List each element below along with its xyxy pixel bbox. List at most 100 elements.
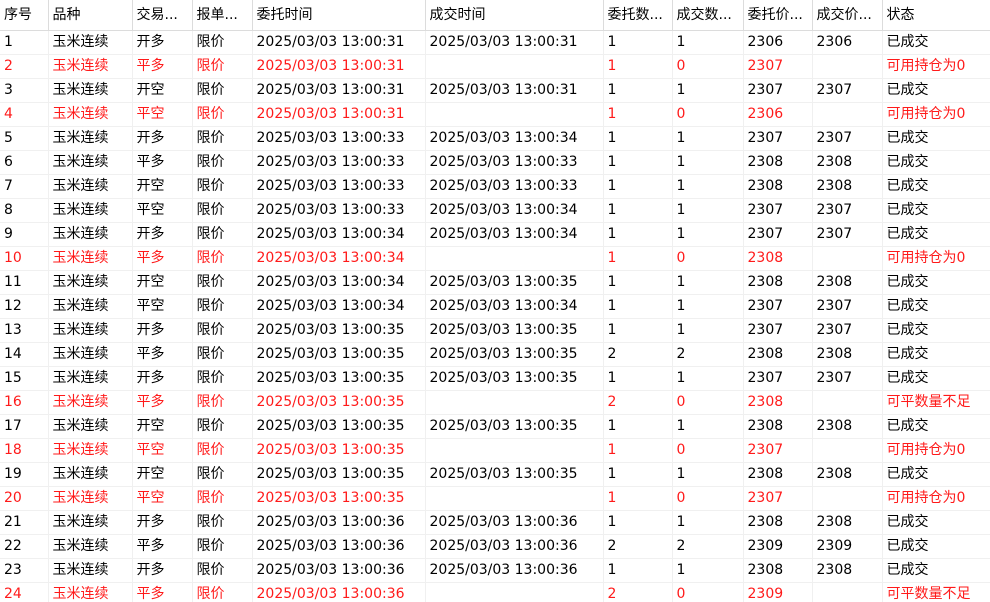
table-row[interactable]: 22 玉米连续 平多 限价 2025/03/03 13:00:36 2025/03/03 …	[0, 534, 990, 559]
table-row[interactable]: 13 玉米连续 开多 限价 2025/03/03 13:00:35 2025/03/03 …	[0, 318, 990, 343]
cell-product: 玉米连续	[48, 534, 133, 559]
cell-order-type: 限价	[192, 390, 253, 415]
table-row[interactable]: 11 玉米连续 开空 限价 2025/03/03 13:00:34 2025/03/03 …	[0, 270, 990, 295]
cell-order-qty: 1	[603, 174, 673, 199]
cell-order-type: 限价	[192, 150, 253, 175]
cell-fill-time	[425, 486, 604, 511]
cell-fill-time: 2025/03/03 13:00:33	[425, 150, 604, 175]
table-row[interactable]: 9 玉米连续 开多 限价 2025/03/03 13:00:34 2025/03/03 1…	[0, 222, 990, 247]
order-table: 序号 品种 交易... 报单... 委托时间 成交时间 委托数... 成交数..…	[0, 0, 990, 602]
col-header-order-qty[interactable]: 委托数...	[603, 0, 673, 31]
cell-seq: 22	[0, 534, 49, 559]
cell-product: 玉米连续	[48, 486, 133, 511]
cell-fill-time: 2025/03/03 13:00:35	[425, 414, 604, 439]
cell-trade: 平多	[132, 582, 193, 602]
cell-trade: 开空	[132, 462, 193, 487]
table-row[interactable]: 17 玉米连续 开空 限价 2025/03/03 13:00:35 2025/03/03 …	[0, 414, 990, 439]
cell-order-price: 2307	[743, 294, 813, 319]
cell-order-time: 2025/03/03 13:00:31	[252, 54, 426, 79]
cell-fill-time	[425, 582, 604, 602]
cell-order-type: 限价	[192, 438, 253, 463]
cell-fill-qty: 1	[672, 126, 744, 151]
table-row[interactable]: 21 玉米连续 开多 限价 2025/03/03 13:00:36 2025/03/03 …	[0, 510, 990, 535]
cell-order-type: 限价	[192, 462, 253, 487]
col-header-order-price[interactable]: 委托价...	[743, 0, 813, 31]
table-row[interactable]: 19 玉米连续 开空 限价 2025/03/03 13:00:35 2025/03/03 …	[0, 462, 990, 487]
col-header-trade[interactable]: 交易...	[132, 0, 193, 31]
cell-order-time: 2025/03/03 13:00:36	[252, 534, 426, 559]
cell-fill-time: 2025/03/03 13:00:31	[425, 78, 604, 103]
cell-fill-qty: 1	[672, 558, 744, 583]
cell-fill-time: 2025/03/03 13:00:35	[425, 366, 604, 391]
cell-status: 可用持仓为0	[882, 486, 990, 511]
cell-order-qty: 1	[603, 198, 673, 223]
cell-order-time: 2025/03/03 13:00:33	[252, 150, 426, 175]
cell-order-time: 2025/03/03 13:00:35	[252, 438, 426, 463]
cell-fill-price	[812, 582, 883, 602]
table-row[interactable]: 1 玉米连续 开多 限价 2025/03/03 13:00:31 2025/03/03 1…	[0, 30, 990, 55]
cell-product: 玉米连续	[48, 510, 133, 535]
col-header-seq[interactable]: 序号	[0, 0, 49, 31]
table-row[interactable]: 24 玉米连续 平多 限价 2025/03/03 13:00:36 2 0 2309 可平数量不…	[0, 582, 990, 602]
table-row[interactable]: 15 玉米连续 开多 限价 2025/03/03 13:00:35 2025/03/03 …	[0, 366, 990, 391]
cell-status: 已成交	[882, 366, 990, 391]
col-header-fill-price[interactable]: 成交价...	[812, 0, 883, 31]
cell-order-price: 2308	[743, 462, 813, 487]
cell-order-time: 2025/03/03 13:00:31	[252, 78, 426, 103]
table-row[interactable]: 3 玉米连续 开空 限价 2025/03/03 13:00:31 2025/03/03 1…	[0, 78, 990, 103]
cell-fill-qty: 1	[672, 294, 744, 319]
table-row[interactable]: 23 玉米连续 开多 限价 2025/03/03 13:00:36 2025/03/03 …	[0, 558, 990, 583]
table-row[interactable]: 14 玉米连续 平多 限价 2025/03/03 13:00:35 2025/03/03 …	[0, 342, 990, 367]
cell-order-time: 2025/03/03 13:00:35	[252, 318, 426, 343]
cell-order-price: 2308	[743, 390, 813, 415]
cell-order-time: 2025/03/03 13:00:31	[252, 102, 426, 127]
cell-order-time: 2025/03/03 13:00:35	[252, 366, 426, 391]
table-row[interactable]: 8 玉米连续 平空 限价 2025/03/03 13:00:33 2025/03/03 1…	[0, 198, 990, 223]
cell-fill-qty: 1	[672, 414, 744, 439]
col-header-fill-time[interactable]: 成交时间	[425, 0, 604, 31]
cell-order-qty: 2	[603, 582, 673, 602]
col-header-order-type[interactable]: 报单...	[192, 0, 253, 31]
cell-seq: 5	[0, 126, 49, 151]
table-row[interactable]: 2 玉米连续 平多 限价 2025/03/03 13:00:31 1 0 2307 可用持仓为0	[0, 54, 990, 79]
cell-order-type: 限价	[192, 102, 253, 127]
cell-order-qty: 2	[603, 342, 673, 367]
cell-status: 已成交	[882, 342, 990, 367]
cell-trade: 开多	[132, 222, 193, 247]
cell-fill-time: 2025/03/03 13:00:34	[425, 294, 604, 319]
cell-trade: 开多	[132, 318, 193, 343]
cell-order-qty: 1	[603, 150, 673, 175]
col-header-status[interactable]: 状态	[882, 0, 990, 31]
cell-order-type: 限价	[192, 270, 253, 295]
table-row[interactable]: 6 玉米连续 平多 限价 2025/03/03 13:00:33 2025/03/03 1…	[0, 150, 990, 175]
cell-trade: 平多	[132, 390, 193, 415]
table-row[interactable]: 20 玉米连续 平空 限价 2025/03/03 13:00:35 1 0 2307 可用持仓为…	[0, 486, 990, 511]
table-row[interactable]: 12 玉米连续 平空 限价 2025/03/03 13:00:34 2025/03/03 …	[0, 294, 990, 319]
table-row[interactable]: 4 玉米连续 平空 限价 2025/03/03 13:00:31 1 0 2306 可用持仓为0	[0, 102, 990, 127]
cell-order-price: 2308	[743, 246, 813, 271]
cell-fill-qty: 1	[672, 318, 744, 343]
cell-trade: 平多	[132, 342, 193, 367]
cell-order-price: 2307	[743, 222, 813, 247]
table-row[interactable]: 7 玉米连续 开空 限价 2025/03/03 13:00:33 2025/03/03 1…	[0, 174, 990, 199]
table-row[interactable]: 18 玉米连续 平空 限价 2025/03/03 13:00:35 1 0 2307 可用持仓为…	[0, 438, 990, 463]
table-row[interactable]: 10 玉米连续 平多 限价 2025/03/03 13:00:34 1 0 2308 可用持仓为…	[0, 246, 990, 271]
cell-seq: 1	[0, 30, 49, 55]
cell-order-type: 限价	[192, 318, 253, 343]
cell-order-type: 限价	[192, 222, 253, 247]
cell-fill-qty: 0	[672, 438, 744, 463]
cell-fill-qty: 1	[672, 462, 744, 487]
cell-fill-time	[425, 54, 604, 79]
col-header-product[interactable]: 品种	[48, 0, 133, 31]
cell-order-price: 2307	[743, 78, 813, 103]
cell-fill-time: 2025/03/03 13:00:35	[425, 318, 604, 343]
cell-status: 已成交	[882, 558, 990, 583]
cell-product: 玉米连续	[48, 246, 133, 271]
cell-fill-time	[425, 102, 604, 127]
table-row[interactable]: 5 玉米连续 开多 限价 2025/03/03 13:00:33 2025/03/03 1…	[0, 126, 990, 151]
col-header-order-time[interactable]: 委托时间	[252, 0, 426, 31]
cell-order-price: 2308	[743, 558, 813, 583]
cell-order-qty: 1	[603, 462, 673, 487]
table-row[interactable]: 16 玉米连续 平多 限价 2025/03/03 13:00:35 2 0 2308 可平数量不…	[0, 390, 990, 415]
col-header-fill-qty[interactable]: 成交数...	[672, 0, 744, 31]
